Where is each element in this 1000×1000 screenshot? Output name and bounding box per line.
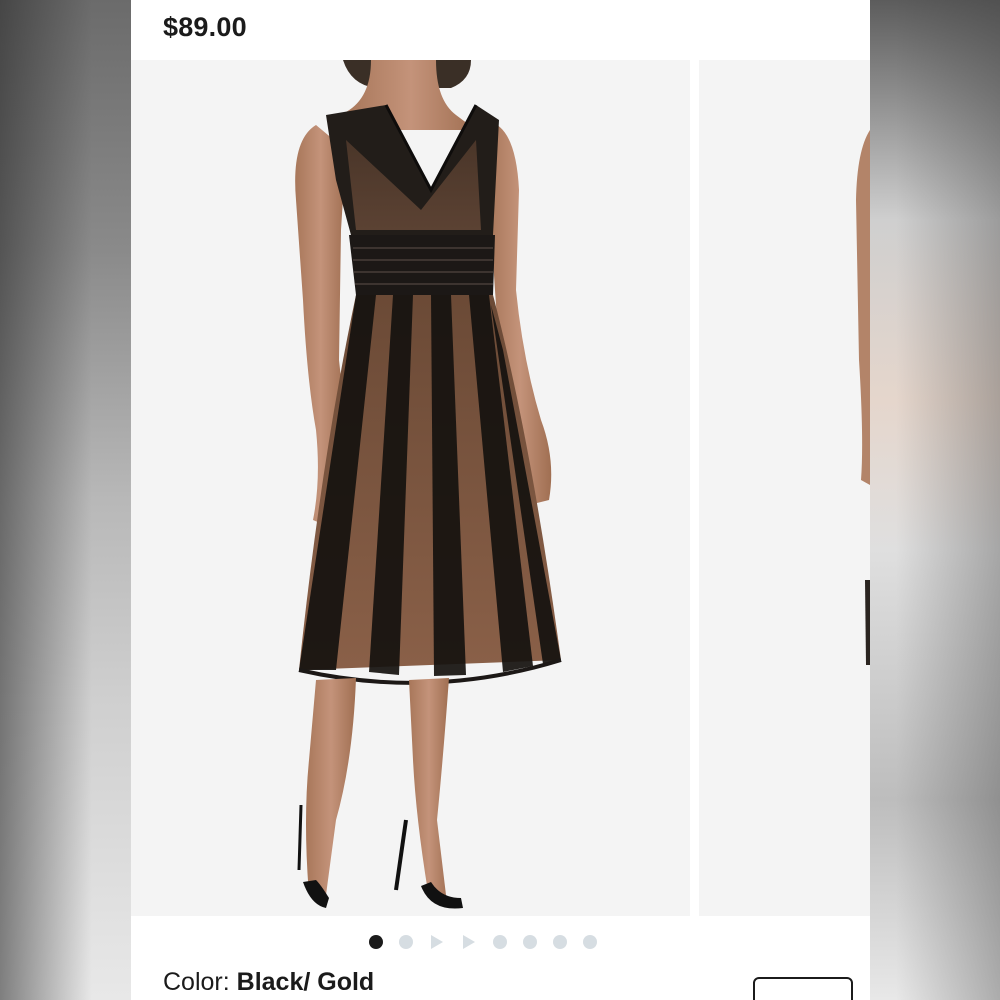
dress-model-illustration xyxy=(295,60,562,909)
carousel-dot-8[interactable] xyxy=(583,935,597,949)
carousel-dot-5[interactable] xyxy=(493,935,507,949)
color-selection: Color: Black/ Gold xyxy=(163,968,374,997)
product-panel: $89.00 Color: Black/ Gold xyxy=(131,0,870,1000)
color-label: Color: xyxy=(163,968,230,996)
carousel-dot-1[interactable] xyxy=(369,935,383,949)
color-value: Black/ Gold xyxy=(236,968,375,996)
side-view-partial-illustration xyxy=(856,130,870,665)
left-blurred-backdrop xyxy=(0,0,131,1000)
product-image-next[interactable] xyxy=(699,60,870,916)
size-option-button[interactable] xyxy=(753,977,853,1000)
carousel-dot-2[interactable] xyxy=(399,935,413,949)
carousel-dot-6[interactable] xyxy=(523,935,537,949)
carousel-video-play-icon[interactable] xyxy=(431,935,443,949)
product-image-main[interactable] xyxy=(131,60,690,916)
carousel-indicators xyxy=(369,933,613,951)
carousel-dot-7[interactable] xyxy=(553,935,567,949)
carousel-video-play-icon[interactable] xyxy=(463,935,475,949)
right-blurred-backdrop xyxy=(870,0,1000,1000)
product-price: $89.00 xyxy=(163,12,247,42)
